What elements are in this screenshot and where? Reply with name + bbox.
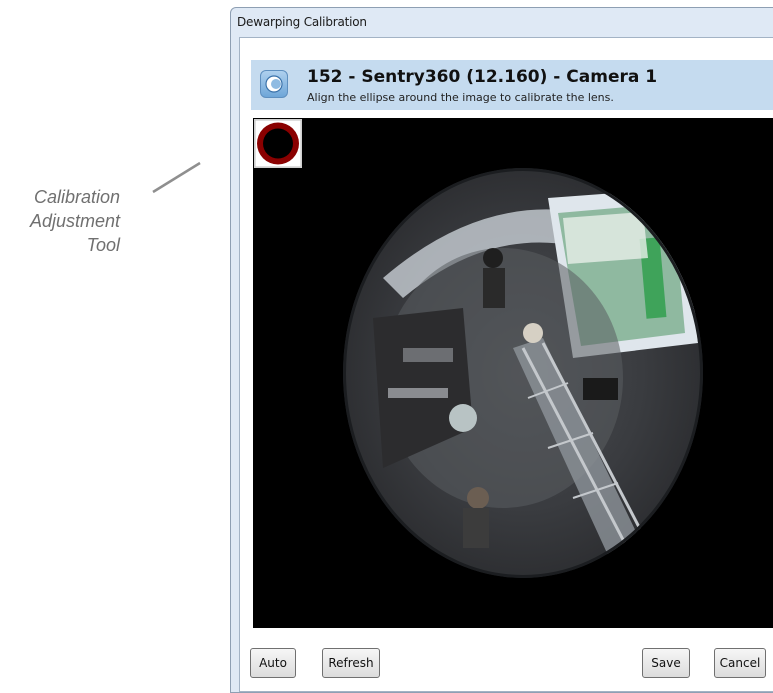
cancel-button[interactable]: Cancel <box>714 648 766 678</box>
dialog-client-area: 152 - Sentry360 (12.160) - Camera 1 Alig… <box>239 37 773 692</box>
camera-lens-icon <box>260 70 288 98</box>
camera-title: 152 - Sentry360 (12.160) - Camera 1 <box>307 67 658 87</box>
refresh-button[interactable]: Refresh <box>322 648 380 678</box>
window-title: Dewarping Calibration <box>237 15 367 29</box>
instruction-text: Align the ellipse around the image to ca… <box>307 91 614 104</box>
annotation-callout: Calibration Adjustment Tool <box>0 185 120 257</box>
annotation-line-2: Adjustment <box>29 211 120 231</box>
fisheye-camera-view <box>343 168 703 578</box>
annotation-line-1: Calibration <box>33 187 120 207</box>
dewarping-calibration-dialog: Dewarping Calibration 152 - Sentry360 (1… <box>230 7 773 693</box>
save-button[interactable]: Save <box>642 648 690 678</box>
calibration-adjustment-icon[interactable] <box>254 119 302 168</box>
annotation-line-3: Tool <box>86 235 120 255</box>
auto-button[interactable]: Auto <box>250 648 296 678</box>
annotation-pointer-line <box>152 161 201 194</box>
camera-header: 152 - Sentry360 (12.160) - Camera 1 Alig… <box>251 60 773 110</box>
calibration-viewport[interactable] <box>253 118 773 628</box>
